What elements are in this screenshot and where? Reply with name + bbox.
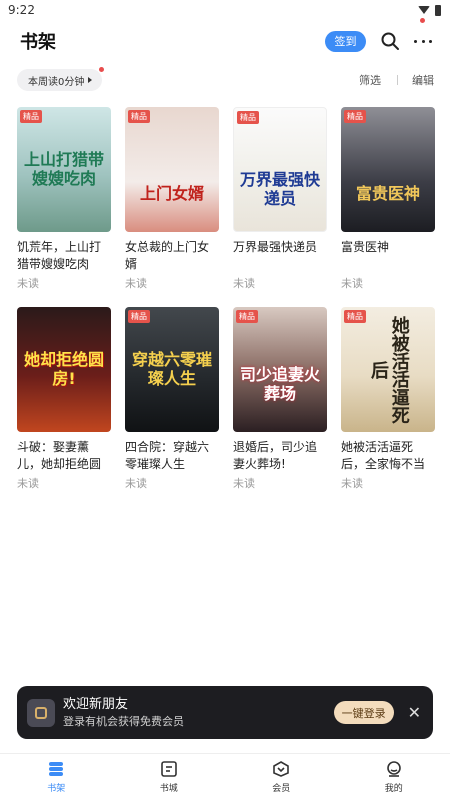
book-card[interactable]: 精品 上山打猎带嫂嫂吃肉 饥荒年，上山打猎带嫂嫂吃肉 未读 (17, 107, 111, 291)
premium-badge: 精品 (344, 110, 366, 123)
battery-icon (435, 4, 441, 16)
book-status: 未读 (233, 277, 255, 290)
premium-badge: 精品 (128, 310, 150, 323)
promo-title: 欢迎新朋友 (63, 697, 129, 712)
search-icon[interactable] (380, 31, 400, 51)
vip-icon (273, 761, 290, 777)
book-cover[interactable]: 精品 穿越六零璀璨人生 (125, 307, 219, 432)
cover-title: 富贵医神 (355, 184, 420, 204)
premium-badge: 精品 (344, 310, 366, 323)
promo-subtitle: 登录有机会获得免费会员 (63, 715, 184, 728)
checkin-button[interactable]: 签到 (325, 30, 366, 52)
premium-badge: 精品 (237, 111, 259, 124)
cover-title: 上门女婿 (139, 184, 204, 204)
book-cover[interactable]: 精品 万界最强快递员 (233, 107, 327, 232)
book-status: 未读 (341, 277, 363, 290)
cover-title: 穿越六零璀璨人生 (131, 350, 212, 388)
tab-bookstore[interactable]: 书城 (113, 754, 226, 800)
book-status: 未读 (233, 477, 255, 490)
promo-text: 欢迎新朋友 登录有机会获得免费会员 (63, 696, 334, 729)
vip-crown-icon (27, 698, 55, 727)
reading-notification-dot (99, 67, 105, 72)
book-status: 未读 (17, 477, 39, 490)
book-card[interactable]: 精品 万界最强快递员 万界最强快递员 未读 (233, 107, 327, 291)
weekly-reading-label: 本周读0分钟 (28, 76, 85, 88)
cover-title: 她却拒绝圆房! (23, 350, 104, 388)
top-header: 书架 签到 (0, 20, 450, 62)
close-icon[interactable]: ✕ (408, 704, 421, 721)
edit-button[interactable]: 编辑 (412, 72, 434, 88)
bookshelf-grid: 精品 上山打猎带嫂嫂吃肉 饥荒年，上山打猎带嫂嫂吃肉 未读 精品 上门女婿 女总… (17, 107, 435, 491)
book-title[interactable]: 富贵医神 (341, 239, 435, 273)
tab-vip[interactable]: 会员 (225, 754, 338, 800)
book-card[interactable]: 精品 上门女婿 女总裁的上门女婿 未读 (125, 107, 219, 291)
book-status: 未读 (17, 277, 39, 290)
subbar-divider (397, 75, 398, 85)
book-cover[interactable]: 精品 上山打猎带嫂嫂吃肉 (17, 107, 111, 232)
book-card[interactable]: 精品 司少追妻火葬场 退婚后，司少追妻火葬场! 未读 (233, 307, 327, 491)
book-cover[interactable]: 精品 她被活活逼死后 (341, 307, 435, 432)
book-cover[interactable]: 精品 富贵医神 (341, 107, 435, 232)
premium-badge: 精品 (128, 110, 150, 123)
book-status: 未读 (341, 477, 363, 490)
book-card[interactable]: 精品 富贵医神 富贵医神 未读 (341, 107, 435, 291)
book-title[interactable]: 女总裁的上门女婿 (125, 239, 219, 273)
profile-icon (386, 761, 401, 777)
book-title[interactable]: 她被活活逼死后，全家悔不当初 (341, 439, 435, 473)
book-cover[interactable]: 她却拒绝圆房! (17, 307, 111, 432)
tab-profile[interactable]: 我的 (338, 754, 450, 800)
filter-button[interactable]: 筛选 (359, 72, 381, 88)
book-title[interactable]: 四合院：穿越六零璀璨人生 (125, 439, 219, 473)
status-bar: 9:22 (0, 0, 450, 20)
cover-title: 司少追妻火葬场 (239, 365, 320, 403)
login-promo-banner[interactable]: 欢迎新朋友 登录有机会获得免费会员 一键登录 ✕ (17, 686, 433, 739)
bookstore-icon (160, 761, 177, 777)
cover-title: 万界最强快递员 (240, 170, 321, 208)
more-icon[interactable] (414, 31, 432, 51)
book-card[interactable]: 精品 穿越六零璀璨人生 四合院：穿越六零璀璨人生 未读 (125, 307, 219, 491)
status-icons (418, 4, 441, 16)
wifi-icon (418, 6, 430, 14)
book-cover[interactable]: 精品 司少追妻火葬场 (233, 307, 327, 432)
page-title: 书架 (20, 32, 56, 53)
status-time: 9:22 (8, 3, 35, 17)
cover-title: 上山打猎带嫂嫂吃肉 (23, 150, 104, 188)
tab-label: 会员 (272, 784, 291, 794)
cover-title: 她被活活逼死后 (368, 315, 410, 424)
book-title[interactable]: 饥荒年，上山打猎带嫂嫂吃肉 (17, 239, 111, 273)
book-status: 未读 (125, 477, 147, 490)
premium-badge: 精品 (20, 110, 42, 123)
bottom-tab-bar: 书架 书城 会员 我的 (0, 753, 450, 800)
tab-label: 书架 (47, 784, 66, 794)
book-title[interactable]: 退婚后，司少追妻火葬场! (233, 439, 327, 473)
weekly-reading-pill[interactable]: 本周读0分钟 (17, 67, 105, 91)
book-cover[interactable]: 精品 上门女婿 (125, 107, 219, 232)
book-card[interactable]: 她却拒绝圆房! 斗破：娶妻薰儿，她却拒绝圆房! 未读 (17, 307, 111, 491)
tab-label: 我的 (384, 784, 403, 794)
notification-dot (420, 18, 425, 23)
premium-badge: 精品 (236, 310, 258, 323)
book-title[interactable]: 斗破：娶妻薰儿，她却拒绝圆房! (17, 439, 111, 473)
bookshelf-icon (49, 762, 64, 776)
tab-label: 书城 (159, 784, 178, 794)
book-card[interactable]: 精品 她被活活逼死后 她被活活逼死后，全家悔不当初 未读 (341, 307, 435, 491)
tab-bookshelf[interactable]: 书架 (0, 754, 113, 800)
book-title[interactable]: 万界最强快递员 (233, 239, 327, 273)
shelf-subbar: 本周读0分钟 筛选 编辑 (0, 62, 450, 98)
chevron-right-icon (88, 77, 93, 83)
one-click-login-button[interactable]: 一键登录 (333, 701, 394, 724)
book-status: 未读 (125, 277, 147, 290)
